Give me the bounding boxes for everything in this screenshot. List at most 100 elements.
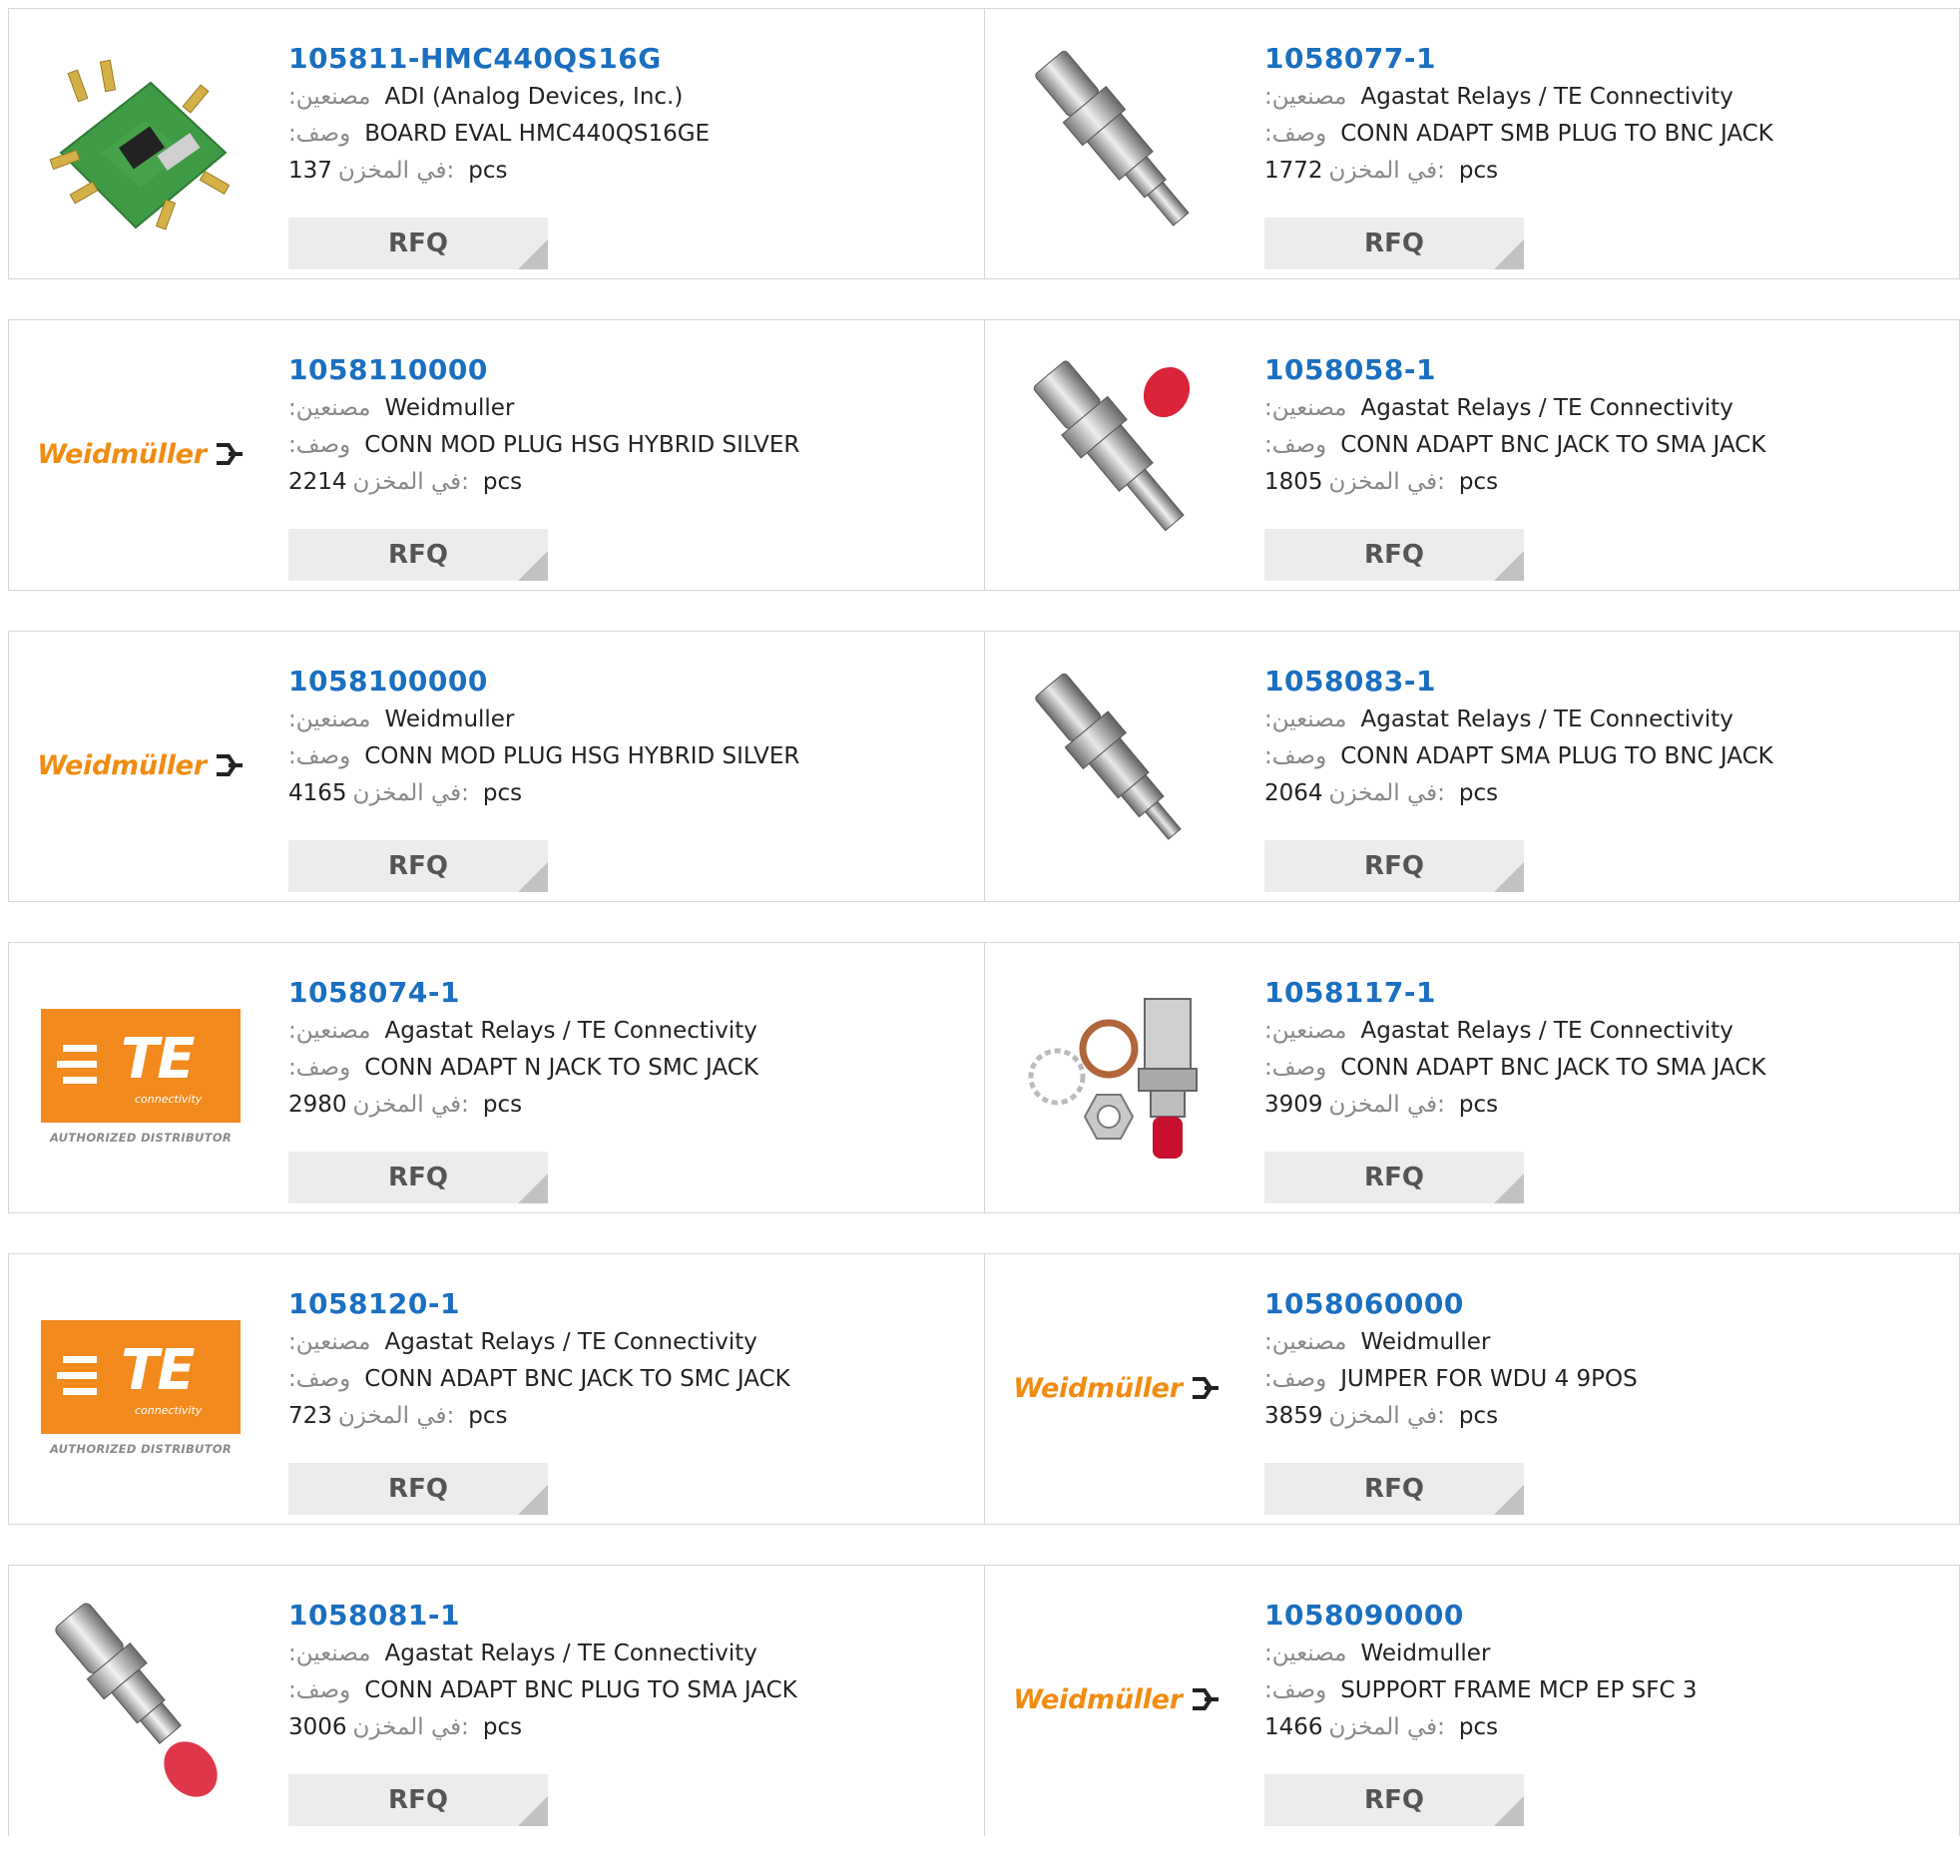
part-number-link[interactable]: 1058081-1: [288, 1596, 974, 1636]
product-card: Weidmüller 1058110000 :مصنعين Weidmuller …: [9, 320, 984, 590]
rfq-button[interactable]: RFQ: [288, 840, 548, 892]
rfq-button[interactable]: RFQ: [1264, 840, 1524, 892]
rfq-button[interactable]: RFQ: [288, 1463, 548, 1515]
description-value: CONN MOD PLUG HSG HYBRID SILVER: [364, 743, 800, 769]
stock-line: 3859 في المخزن: pcs: [1264, 1398, 1949, 1435]
manufacturer-label: :مصنعين: [288, 395, 371, 421]
eval-board-photo: [49, 59, 231, 231]
product-info: 1058117-1 :مصنعين Agastat Relays / TE Con…: [1264, 973, 1949, 1203]
product-image[interactable]: [1013, 39, 1221, 246]
part-number-link[interactable]: 1058060000: [1264, 1284, 1949, 1324]
description-line: :وصف CONN ADAPT SMA PLUG TO BNC JACK: [1264, 738, 1949, 775]
product-info: 1058090000 :مصنعين Weidmuller :وصف SUPPORT…: [1264, 1596, 1949, 1826]
stock-unit: pcs: [468, 1403, 508, 1429]
product-card: 1058083-1 :مصنعين Agastat Relays / TE Con…: [984, 632, 1959, 901]
stock-label: في المخزن:: [352, 469, 469, 495]
manufacturer-value: Weidmuller: [384, 395, 515, 421]
description-label: :وصف: [288, 1366, 351, 1392]
part-number-link[interactable]: 1058058-1: [1264, 350, 1949, 390]
rfq-label: RFQ: [388, 1474, 448, 1504]
te-logo-text: TE: [121, 1027, 195, 1092]
stock-unit: pcs: [1458, 1403, 1499, 1429]
manufacturer-value: Agastat Relays / TE Connectivity: [384, 1329, 757, 1355]
product-image[interactable]: [1013, 973, 1221, 1180]
description-line: :وصف JUMPER FOR WDU 4 9POS: [1264, 1361, 1949, 1398]
manufacturer-label: :مصنعين: [1264, 1641, 1347, 1666]
stock-unit: pcs: [1458, 158, 1499, 184]
product-image[interactable]: [1013, 350, 1221, 558]
rfq-button[interactable]: RFQ: [1264, 529, 1524, 581]
product-row: TE connectivity AUTHORIZED DISTRIBUTOR 1…: [8, 1253, 1960, 1525]
te-logo-text: TE: [121, 1338, 195, 1403]
rfq-button[interactable]: RFQ: [1264, 1774, 1524, 1826]
product-card: Weidmüller 1058060000 :مصنعين Weidmuller …: [984, 1254, 1959, 1524]
weidmuller-logo-text: Weidmüller: [1013, 1372, 1183, 1404]
description-value: CONN ADAPT SMA PLUG TO BNC JACK: [1340, 743, 1773, 769]
stock-line: 2980 في المخزن: pcs: [288, 1087, 974, 1124]
part-number-link[interactable]: 1058083-1: [1264, 662, 1949, 702]
description-label: :وصف: [288, 1055, 351, 1081]
rfq-label: RFQ: [388, 229, 448, 258]
part-number-link[interactable]: 105811-HMC440QS16G: [288, 39, 974, 79]
stock-label: في المخزن:: [337, 1403, 455, 1429]
product-info: 1058074-1 :مصنعين Agastat Relays / TE Con…: [288, 973, 974, 1203]
stock-label: في المخزن:: [352, 1714, 469, 1740]
part-number-link[interactable]: 1058120-1: [288, 1284, 974, 1324]
weidmuller-mark-icon: [1192, 1376, 1219, 1399]
manufacturer-line: :مصنعين Weidmuller: [1264, 1636, 1949, 1672]
stock-value: 3006: [288, 1714, 347, 1740]
te-logo-box: TE connectivity: [41, 1009, 241, 1123]
part-number-link[interactable]: 1058117-1: [1264, 973, 1949, 1013]
part-number-link[interactable]: 1058074-1: [288, 973, 974, 1013]
rfq-button[interactable]: RFQ: [288, 1774, 548, 1826]
part-number-link[interactable]: 1058090000: [1264, 1596, 1949, 1636]
product-card: 105811-HMC440QS16G :مصنعين ADI (Analog De…: [9, 9, 984, 278]
rfq-button[interactable]: RFQ: [1264, 1152, 1524, 1203]
product-image[interactable]: [37, 1596, 245, 1803]
manufacturer-value: Agastat Relays / TE Connectivity: [384, 1641, 757, 1666]
description-line: :وصف CONN ADAPT BNC PLUG TO SMA JACK: [288, 1672, 974, 1709]
description-value: BOARD EVAL HMC440QS16GE: [364, 121, 711, 147]
product-card: 1058117-1 :مصنعين Agastat Relays / TE Con…: [984, 943, 1959, 1212]
part-number-link[interactable]: 1058110000: [288, 350, 974, 390]
part-number-link[interactable]: 1058100000: [288, 662, 974, 702]
rfq-button[interactable]: RFQ: [288, 1152, 548, 1203]
product-image[interactable]: Weidmüller: [1013, 1284, 1221, 1492]
product-image[interactable]: [1013, 662, 1221, 869]
product-image[interactable]: Weidmüller: [37, 662, 245, 869]
description-label: :وصف: [1264, 743, 1327, 769]
te-logo: TE connectivity AUTHORIZED DISTRIBUTOR: [41, 1009, 241, 1145]
stock-line: 1466 في المخزن: pcs: [1264, 1709, 1949, 1746]
part-number-link[interactable]: 1058077-1: [1264, 39, 1949, 79]
stock-value: 2214: [288, 469, 347, 495]
description-label: :وصف: [1264, 121, 1327, 147]
product-image[interactable]: TE connectivity AUTHORIZED DISTRIBUTOR: [37, 973, 245, 1180]
manufacturer-label: :مصنعين: [288, 84, 371, 110]
product-image[interactable]: Weidmüller: [37, 350, 245, 558]
bnc-plug-sma-adapter-photo: [55, 1603, 218, 1797]
product-image[interactable]: TE connectivity AUTHORIZED DISTRIBUTOR: [37, 1284, 245, 1492]
rfq-button[interactable]: RFQ: [1264, 1463, 1524, 1515]
description-value: JUMPER FOR WDU 4 9POS: [1340, 1366, 1638, 1392]
product-image[interactable]: Weidmüller: [1013, 1596, 1221, 1803]
product-row: Weidmüller 1058110000 :مصنعين Weidmuller …: [8, 319, 1960, 591]
stock-line: 1805 في المخزن: pcs: [1264, 464, 1949, 501]
stock-line: 723 في المخزن: pcs: [288, 1398, 974, 1435]
rfq-label: RFQ: [1364, 229, 1424, 258]
rfq-button[interactable]: RFQ: [288, 529, 548, 581]
rfq-button[interactable]: RFQ: [288, 218, 548, 269]
stock-value: 723: [288, 1403, 332, 1429]
manufacturer-value: ADI (Analog Devices, Inc.): [384, 84, 684, 110]
manufacturer-label: :مصنعين: [288, 1018, 371, 1044]
stock-value: 1772: [1264, 158, 1323, 184]
manufacturer-line: :مصنعين Agastat Relays / TE Connectivity: [288, 1636, 974, 1672]
rfq-button[interactable]: RFQ: [1264, 218, 1524, 269]
product-image[interactable]: [37, 39, 245, 246]
bulkhead-adapter-kit-photo: [1028, 998, 1198, 1159]
product-card: TE connectivity AUTHORIZED DISTRIBUTOR 1…: [9, 1254, 984, 1524]
manufacturer-value: Agastat Relays / TE Connectivity: [384, 1018, 757, 1044]
description-line: :وصف SUPPORT FRAME MCP EP SFC 3: [1264, 1672, 1949, 1709]
description-label: :وصف: [1264, 1055, 1327, 1081]
weidmuller-logo-text: Weidmüller: [37, 438, 207, 470]
manufacturer-line: :مصنعين Weidmuller: [288, 702, 974, 738]
